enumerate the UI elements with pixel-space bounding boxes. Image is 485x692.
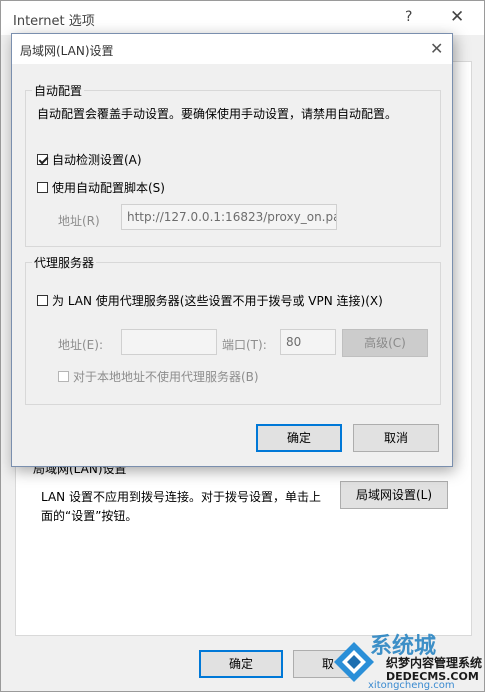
checkbox-unchecked-icon <box>37 295 48 306</box>
parent-close-icon[interactable]: ✕ <box>450 7 464 27</box>
watermark-cn-text: 织梦内容管理系统 <box>386 656 483 670</box>
dialog-ok-button[interactable]: 确定 <box>256 424 342 452</box>
dialog-cancel-button[interactable]: 取消 <box>353 424 439 452</box>
help-icon[interactable]: ? <box>405 9 412 25</box>
advanced-button[interactable]: 高级(C) <box>342 329 428 357</box>
proxy-port-label: 端口(T): <box>222 338 267 352</box>
watermark-site-text: xitongcheng.com <box>368 680 455 691</box>
use-proxy-checkbox[interactable]: 为 LAN 使用代理服务器(这些设置不用于拨号或 VPN 连接)(X) <box>37 292 383 309</box>
lan-settings-dialog: 局域网(LAN)设置 ✕ 自动配置 自动配置会覆盖手动设置。要确保使用手动设置，… <box>11 33 453 467</box>
use-script-checkbox[interactable]: 使用自动配置脚本(S) <box>37 179 165 196</box>
dialog-close-icon[interactable]: ✕ <box>430 39 443 58</box>
use-script-label: 使用自动配置脚本(S) <box>52 181 165 195</box>
parent-ok-button[interactable]: 确定 <box>199 650 283 678</box>
dialog-title-bar: 局域网(LAN)设置 ✕ <box>12 34 452 64</box>
proxy-port-field[interactable]: 80 <box>280 329 336 355</box>
proxy-address-field[interactable] <box>121 329 217 355</box>
parent-title-bar: Internet 选项 ? ✕ <box>1 1 484 35</box>
auto-config-group-label: 自动配置 <box>32 82 85 99</box>
script-address-label: 地址(R) <box>58 214 100 228</box>
checkbox-checked-icon <box>37 154 48 165</box>
checkbox-unchecked-icon <box>37 182 48 193</box>
checkbox-unchecked-icon <box>58 371 69 382</box>
use-proxy-label: 为 LAN 使用代理服务器(这些设置不用于拨号或 VPN 连接)(X) <box>52 294 383 308</box>
bypass-local-checkbox[interactable]: 对于本地地址不使用代理服务器(B) <box>58 368 259 385</box>
dialog-title: 局域网(LAN)设置 <box>20 44 114 58</box>
auto-detect-label: 自动检测设置(A) <box>52 153 142 167</box>
proxy-server-group-label: 代理服务器 <box>32 254 97 271</box>
bypass-local-label: 对于本地地址不使用代理服务器(B) <box>73 370 259 384</box>
auto-config-description: 自动配置会覆盖手动设置。要确保使用手动设置，请禁用自动配置。 <box>37 107 398 121</box>
lan-description: LAN 设置不应用到拨号连接。对于拨号设置，单击上面的“设置”按钮。 <box>41 490 321 523</box>
proxy-address-label: 地址(E): <box>58 338 103 352</box>
lan-settings-button[interactable]: 局域网设置(L) <box>340 481 448 509</box>
auto-detect-checkbox[interactable]: 自动检测设置(A) <box>37 151 142 168</box>
script-address-field[interactable]: http://127.0.0.1:16823/proxy_on.pac <box>121 204 337 230</box>
watermark-logo-icon <box>334 642 374 682</box>
parent-window-title: Internet 选项 <box>13 14 95 29</box>
